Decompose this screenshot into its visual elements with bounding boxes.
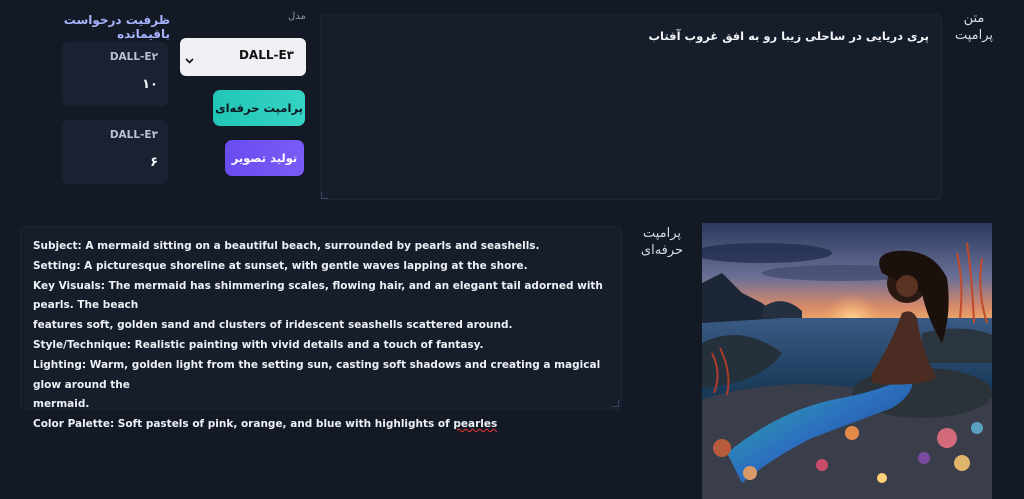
resize-handle[interactable] bbox=[321, 192, 328, 199]
quota-model-name: DALL-E۲ bbox=[109, 51, 158, 63]
prompt-label: متن پرامپت bbox=[945, 10, 1003, 44]
misspelled-word: pearles bbox=[453, 418, 498, 431]
generate-image-button[interactable]: تولید تصویر bbox=[225, 140, 304, 176]
chevron-down-icon bbox=[185, 53, 194, 67]
quota-card-dalle3: DALL-E۳ ۶ bbox=[62, 120, 168, 184]
label-word: پرامپت bbox=[954, 28, 994, 43]
pro-prompt-line: Style/Technique: Realistic painting with… bbox=[33, 338, 484, 351]
prompt-textarea[interactable]: پری دریایی در ساحلی زیبا رو به افق غروب … bbox=[320, 14, 942, 200]
pro-prompt-line: mermaid. bbox=[33, 398, 90, 411]
quota-count: ۱۰ bbox=[142, 77, 158, 92]
label-word: حرفه‌ای bbox=[640, 243, 684, 258]
generated-image bbox=[702, 223, 992, 499]
prompt-text: پری دریایی در ساحلی زیبا رو به افق غروب … bbox=[648, 29, 929, 43]
prompt-label-line: متن پرامپت bbox=[945, 10, 1003, 44]
pro-prompt-line-text: Color Palette: Soft pastels of pink, ora… bbox=[33, 418, 454, 431]
pro-prompt-line: features soft, golden sand and clusters … bbox=[33, 319, 513, 332]
label-word: متن bbox=[963, 11, 985, 26]
quota-title: ظرفیت درخواست باقیمانده bbox=[63, 13, 170, 41]
pro-prompt-line: Color Palette: Soft pastels of pink, ora… bbox=[33, 415, 609, 435]
quota-model-name: DALL-E۳ bbox=[109, 129, 158, 141]
pro-prompt-line: Key Visuals: The mermaid has shimmering … bbox=[33, 279, 603, 312]
model-select-value: DALL-E۳ bbox=[238, 48, 294, 62]
pro-prompt-line: Subject: A mermaid sitting on a beautifu… bbox=[33, 240, 540, 252]
pro-prompt-button[interactable]: پرامپت حرفه‌ای bbox=[213, 90, 305, 126]
pro-prompt-label: پرامپت حرفه‌ای bbox=[632, 225, 692, 259]
quota-count: ۶ bbox=[150, 155, 158, 170]
pro-prompt-label-text: پرامپت حرفه‌ای bbox=[632, 225, 692, 259]
label-word: پرامپت bbox=[642, 226, 682, 241]
pro-prompt-textarea[interactable]: Subject: A mermaid sitting on a beautifu… bbox=[20, 226, 622, 430]
pro-prompt-line: Setting: A picturesque shoreline at suns… bbox=[33, 259, 528, 272]
resize-handle[interactable] bbox=[612, 400, 619, 407]
model-select[interactable]: DALL-E۳ bbox=[180, 38, 306, 76]
model-label: مدل bbox=[288, 11, 306, 22]
quota-card-dalle2: DALL-E۲ ۱۰ bbox=[62, 42, 168, 106]
pro-prompt-line: Lighting: Warm, golden light from the se… bbox=[33, 358, 601, 391]
